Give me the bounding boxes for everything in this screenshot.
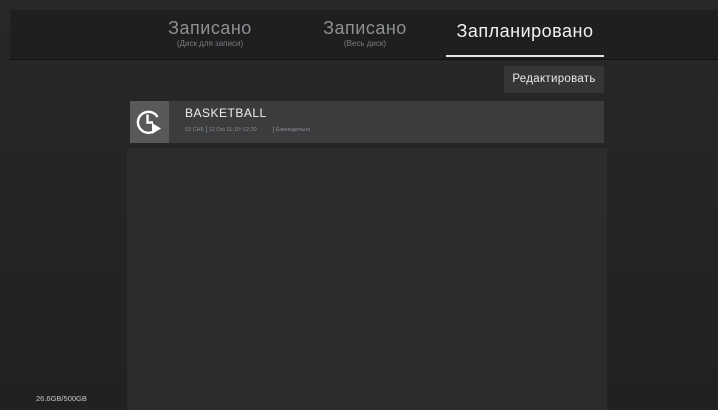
meta-divider [205,126,207,133]
edit-button[interactable]: Редактировать [504,66,604,93]
schedule-list-item[interactable]: BASKETBALL 53 CH5 12 Oct 11:10~12:20 Ежене… [130,101,604,143]
scheduled-clock-play-icon [130,101,169,143]
tab-subtitle: (Диск для записи) [176,39,244,48]
tab-title: Записано [323,18,407,38]
item-meta: 53 CH5 12 Oct 11:10~12:20 Еженедельно [185,126,310,133]
item-repeat: Еженедельно [275,126,311,133]
active-tab-underline [446,55,604,57]
tab-scheduled[interactable]: Запланировано [446,10,604,59]
tab-subtitle: (Весь диск) [343,39,387,48]
item-title: BASKETBALL [185,106,267,120]
item-datetime: 12 Oct 11:10~12:20 [208,126,257,133]
meta-divider [272,126,274,133]
tab-bar: Записано (Диск для записи) Записано (Вес… [0,0,718,59]
tab-title: Запланировано [456,21,594,41]
storage-usage: 26.6GB/500GB [36,394,87,403]
item-channel: 53 CH5 [185,126,204,133]
schedule-list-panel [127,148,607,410]
tab-title: Записано [168,18,252,38]
tab-recorded-all[interactable]: Записано (Весь диск) [310,10,420,59]
tab-recorded-disk[interactable]: Записано (Диск для записи) [155,10,265,59]
